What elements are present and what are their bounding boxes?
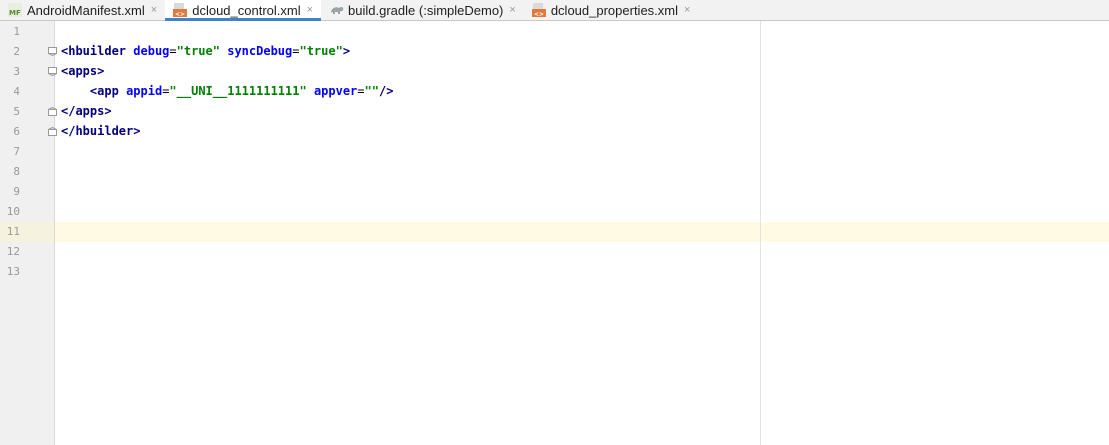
tab-label: AndroidManifest.xml [27,2,145,18]
manifest-icon-text: MF [9,9,21,17]
tag-name: apps [68,64,98,78]
xml-file-icon: <> [531,3,546,18]
attribute-value: "" [364,84,379,98]
xml-icon-text: <> [534,11,544,17]
editor-tab-bar: MF AndroidManifest.xml × <> dcloud_contr… [0,0,1109,21]
line-number: 13 [6,265,20,278]
xml-icon-text: <> [175,11,185,17]
unfold-end-icon[interactable] [48,127,57,136]
tab-dcloud-properties[interactable]: <> dcloud_properties.xml × [524,0,699,20]
xml-file-icon: <> [173,3,188,18]
line-number: 5 [13,105,20,118]
attribute-name: syncDebug [227,44,293,58]
line-number: 3 [13,65,20,78]
tab-android-manifest[interactable]: MF AndroidManifest.xml × [0,0,165,20]
attribute-value: "__UNI__1111111111" [169,84,307,98]
tab-label: dcloud_properties.xml [550,2,679,18]
tab-label: dcloud_control.xml [192,2,301,18]
tag-name: app [97,84,119,98]
tab-build-gradle[interactable]: build.gradle (:simpleDemo) × [321,0,524,20]
close-icon[interactable]: × [307,4,313,16]
code-line[interactable]: <app appid="__UNI__1111111111" appver=""… [61,81,394,101]
line-number: 10 [6,205,20,218]
line-number: 4 [13,85,20,98]
tag-name: apps [75,104,105,118]
close-icon[interactable]: × [509,4,515,16]
fold-icon[interactable] [48,47,57,56]
tag-bracket: /> [378,84,394,98]
line-number: 1 [13,25,20,38]
tag-bracket: > [97,64,105,78]
code-line[interactable]: <hbuilder debug="true" syncDebug="true"> [61,41,350,61]
line-number: 12 [6,245,20,258]
gradle-icon [329,3,344,17]
tag-bracket: </ [61,124,76,138]
current-line-highlight [55,222,1109,242]
line-number: 9 [13,185,20,198]
unfold-end-icon[interactable] [48,107,57,116]
fold-icon[interactable] [48,67,57,76]
attribute-value: "true" [299,44,343,58]
close-icon[interactable]: × [684,4,690,16]
code-line[interactable]: </apps> [61,101,112,121]
tag-bracket: > [133,124,141,138]
attribute-name: appver [313,84,358,98]
line-number: 7 [13,145,20,158]
right-margin-guide [760,21,761,445]
tag-bracket: > [342,44,351,58]
close-icon[interactable]: × [151,4,157,16]
tag-name: hbuilder [75,124,134,138]
code-line[interactable]: <apps> [61,61,104,81]
code-editor[interactable]: 1 2 3 4 5 6 7 8 9 10 11 12 13 <hbuilder … [0,21,1109,445]
equals: = [357,84,365,98]
attribute-name: appid [126,84,163,98]
code-line[interactable]: </hbuilder> [61,121,140,141]
attribute-name: debug [133,44,170,58]
line-number: 2 [13,45,20,58]
line-number: 8 [13,165,20,178]
tab-label: build.gradle (:simpleDemo) [348,2,504,18]
manifest-icon: MF [8,3,22,17]
line-number: 6 [13,125,20,138]
tag-bracket: > [104,104,112,118]
equals: = [169,44,177,58]
tag-name: hbuilder [68,44,127,58]
tab-dcloud-control[interactable]: <> dcloud_control.xml × [165,0,322,21]
attribute-value: "true" [176,44,220,58]
line-number: 11 [6,225,20,238]
tag-bracket: </ [61,104,76,118]
